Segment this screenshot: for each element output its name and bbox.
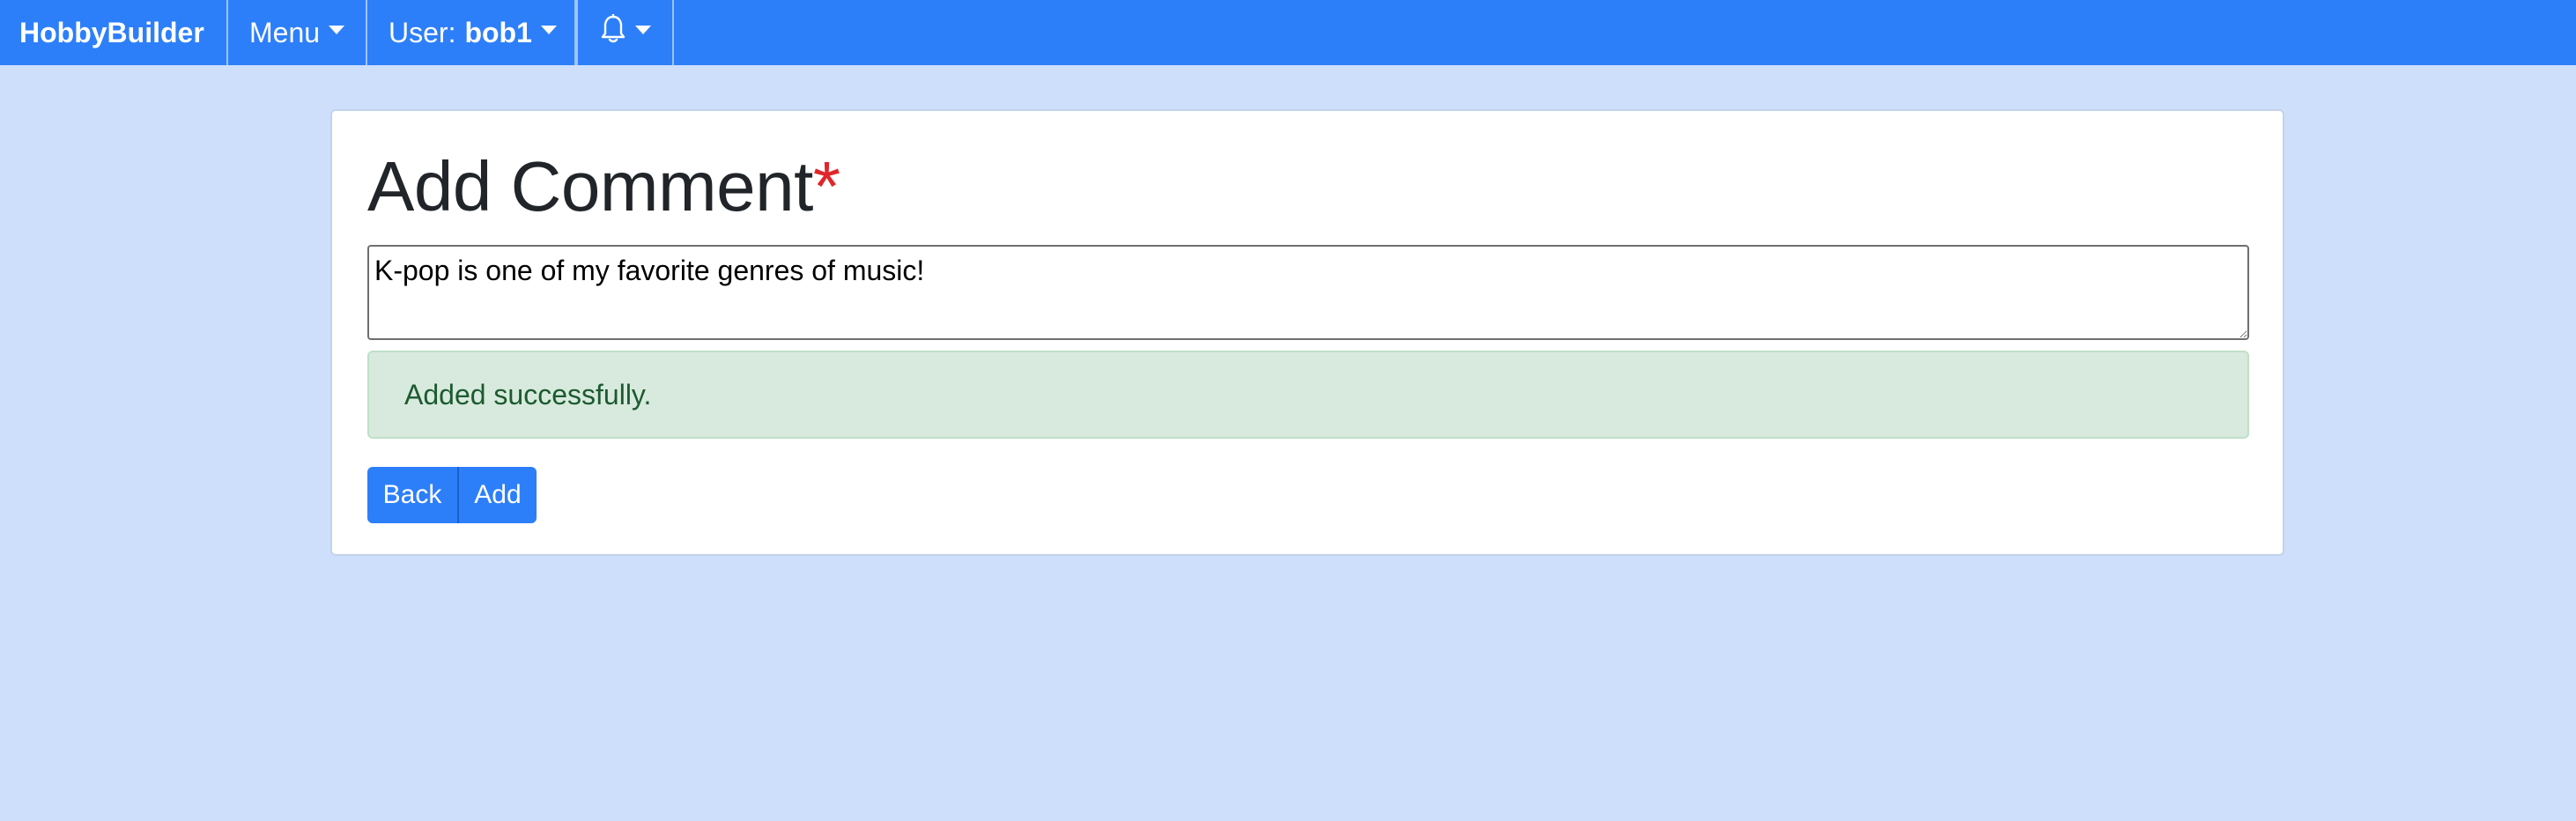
add-button[interactable]: Add — [457, 467, 537, 523]
brand-link[interactable]: HobbyBuilder — [0, 0, 228, 65]
menu-dropdown[interactable]: Menu — [228, 0, 367, 65]
back-button[interactable]: Back — [367, 467, 457, 523]
chevron-down-icon — [540, 26, 557, 34]
user-dropdown[interactable]: User: bob1 — [367, 0, 576, 65]
notifications-dropdown[interactable] — [576, 0, 674, 65]
comment-input[interactable]: K-pop is one of my favorite genres of mu… — [367, 245, 2249, 340]
chevron-down-icon — [329, 26, 345, 34]
chevron-down-icon — [634, 26, 651, 34]
page-title-text: Add Comment — [367, 147, 813, 226]
success-alert: Added successfully. — [367, 351, 2249, 439]
brand-label: HobbyBuilder — [19, 16, 204, 48]
bell-icon — [600, 13, 626, 51]
alert-text: Added successfully. — [404, 378, 652, 410]
required-marker: * — [812, 147, 840, 226]
user-prefix: User: — [389, 16, 456, 48]
username: bob1 — [464, 16, 532, 48]
add-comment-card: Add Comment* K-pop is one of my favorite… — [330, 109, 2284, 556]
page-title: Add Comment* — [367, 148, 840, 226]
menu-label: Menu — [249, 16, 321, 48]
top-navbar: HobbyBuilder Menu User: bob1 — [0, 0, 2576, 65]
